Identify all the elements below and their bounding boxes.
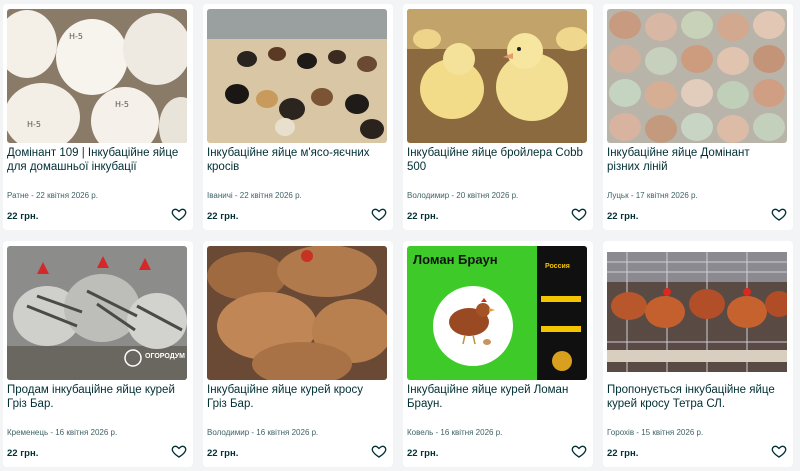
- listing-title[interactable]: Домінант 109 | Інкубаційне яйце для дома…: [7, 146, 183, 174]
- listing-location-date: Ратне - 22 квітня 2026 р.: [7, 191, 98, 200]
- heart-outline-icon[interactable]: [371, 443, 387, 459]
- listing-card[interactable]: Пропонується інкубаційне яйце курей крос…: [603, 241, 793, 467]
- heart-outline-icon[interactable]: [771, 443, 787, 459]
- listing-photo[interactable]: H-5 H-5 H-5: [7, 9, 187, 143]
- listing-title[interactable]: Інкубаційне яйце курей кросу Гріз Бар.: [207, 383, 383, 411]
- listing-card[interactable]: Інкубаційне яйце м'ясо-яєчних кросів Іва…: [203, 4, 393, 230]
- listing-location-date: Кременець - 16 квітня 2026 р.: [7, 428, 118, 437]
- listing-card[interactable]: ОГОРОДУМ Продам інкубаційне яйце курей Г…: [3, 241, 193, 467]
- listing-photo[interactable]: ОГОРОДУМ: [7, 246, 187, 380]
- heart-outline-icon[interactable]: [571, 206, 587, 222]
- listing-card[interactable]: Інкубаційне яйце курей кросу Гріз Бар. В…: [203, 241, 393, 467]
- heart-outline-icon[interactable]: [171, 443, 187, 459]
- listing-title[interactable]: Інкубаційне яйце курей Ломан Браун.: [407, 383, 583, 411]
- listing-location-date: Володимир - 20 квітня 2026 р.: [407, 191, 519, 200]
- listing-card[interactable]: Інкубаційне яйце Домінант різних ліній Л…: [603, 4, 793, 230]
- svg-text:H-5: H-5: [27, 120, 41, 129]
- svg-text:H-5: H-5: [115, 100, 129, 109]
- listing-price: 22 грн.: [407, 448, 439, 459]
- listing-photo[interactable]: Ломан Браун Россия: [407, 246, 587, 380]
- listing-location-date: Володимир - 16 квітня 2026 р.: [207, 428, 319, 437]
- banner-title: Ломан Браун: [413, 252, 498, 267]
- listing-photo[interactable]: [207, 246, 387, 380]
- listing-location-date: Луцьк - 17 квітня 2026 р.: [607, 191, 698, 200]
- listing-price: 22 грн.: [607, 211, 639, 222]
- listing-card[interactable]: Інкубаційне яйце бройлера Cobb 500 Волод…: [403, 4, 593, 230]
- listing-price: 22 грн.: [7, 211, 39, 222]
- listing-location-date: Горохів - 15 квітня 2026 р.: [607, 428, 704, 437]
- listing-location-date: Ковель - 16 квітня 2026 р.: [407, 428, 503, 437]
- listing-photo[interactable]: [207, 9, 387, 143]
- listing-title[interactable]: Інкубаційне яйце Домінант різних ліній: [607, 146, 783, 174]
- heart-outline-icon[interactable]: [171, 206, 187, 222]
- heart-outline-icon[interactable]: [771, 206, 787, 222]
- heart-outline-icon[interactable]: [571, 443, 587, 459]
- listing-photo[interactable]: [607, 246, 787, 380]
- listing-price: 22 грн.: [407, 211, 439, 222]
- listing-title[interactable]: Інкубаційне яйце м'ясо-яєчних кросів: [207, 146, 383, 174]
- listing-price: 22 грн.: [207, 448, 239, 459]
- listing-title[interactable]: Продам інкубаційне яйце курей Гріз Бар.: [7, 383, 183, 411]
- banner-side-text: Россия: [545, 263, 570, 270]
- listing-card[interactable]: H-5 H-5 H-5 Домінант 109 | Інкубаційне я…: [3, 4, 193, 230]
- listing-photo[interactable]: [607, 9, 787, 143]
- listing-location-date: Іваничі - 22 квітня 2026 р.: [207, 191, 302, 200]
- svg-text:H-5: H-5: [69, 32, 83, 41]
- listing-price: 22 грн.: [7, 448, 39, 459]
- heart-outline-icon[interactable]: [371, 206, 387, 222]
- listing-photo[interactable]: [407, 9, 587, 143]
- listing-card[interactable]: Ломан Браун Россия Інкубаційне яйце куре…: [403, 241, 593, 467]
- listing-price: 22 грн.: [207, 211, 239, 222]
- watermark-text: ОГОРОДУМ: [145, 353, 185, 360]
- listing-title[interactable]: Пропонується інкубаційне яйце курей крос…: [607, 383, 783, 411]
- listing-title[interactable]: Інкубаційне яйце бройлера Cobb 500: [407, 146, 583, 174]
- listing-grid: H-5 H-5 H-5 Домінант 109 | Інкубаційне я…: [0, 0, 800, 471]
- listing-price: 22 грн.: [607, 448, 639, 459]
